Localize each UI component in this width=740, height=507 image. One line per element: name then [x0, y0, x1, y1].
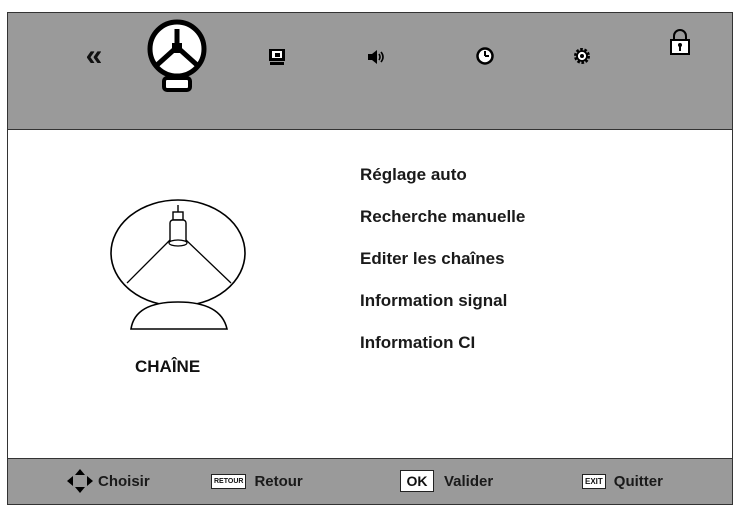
lock-icon[interactable] [668, 27, 692, 57]
section-title: CHAÎNE [135, 357, 201, 376]
channel-menu-list: Réglage auto Recherche manuelle Editer l… [360, 164, 525, 374]
picture-icon[interactable] [266, 47, 288, 67]
direction-arrows-icon [67, 469, 93, 493]
footer-hint-bar: Choisir RETOUR Retour OK Valider EXIT Qu… [8, 458, 732, 504]
time-icon[interactable] [474, 45, 496, 67]
satellite-dish-icon [110, 199, 246, 330]
channel-menu-panel: CHAÎNE Réglage auto Recherche manuelle E… [8, 130, 732, 457]
tv-menu-window: « CHAÎNE Réglage auto Recherche manuelle… [7, 12, 733, 505]
menu-item-signal-info[interactable]: Information signal [360, 290, 525, 332]
hint-back: RETOUR Retour [211, 459, 303, 503]
top-menu-bar: « [8, 13, 732, 130]
menu-item-ci-info[interactable]: Information CI [360, 332, 525, 374]
hint-ok: OK Valider [400, 459, 493, 503]
hint-choose-label: Choisir [98, 472, 150, 490]
back-double-arrow-icon[interactable]: « [74, 41, 114, 71]
setup-gear-icon[interactable] [571, 45, 593, 67]
hint-exit-label: Quitter [613, 472, 663, 490]
channel-dish-icon[interactable] [145, 17, 209, 95]
hint-choose: Choisir [66, 459, 150, 503]
back-key: RETOUR [211, 473, 247, 489]
hint-exit: EXIT Quitter [582, 459, 663, 503]
ok-key: OK [400, 470, 434, 492]
menu-item-manual-search[interactable]: Recherche manuelle [360, 206, 525, 248]
menu-item-auto-tuning[interactable]: Réglage auto [360, 164, 525, 206]
hint-back-label: Retour [254, 472, 303, 490]
sound-icon[interactable] [365, 47, 389, 67]
hint-ok-label: Valider [444, 472, 494, 490]
menu-item-edit-channels[interactable]: Editer les chaînes [360, 248, 525, 290]
exit-key: EXIT [582, 473, 606, 489]
